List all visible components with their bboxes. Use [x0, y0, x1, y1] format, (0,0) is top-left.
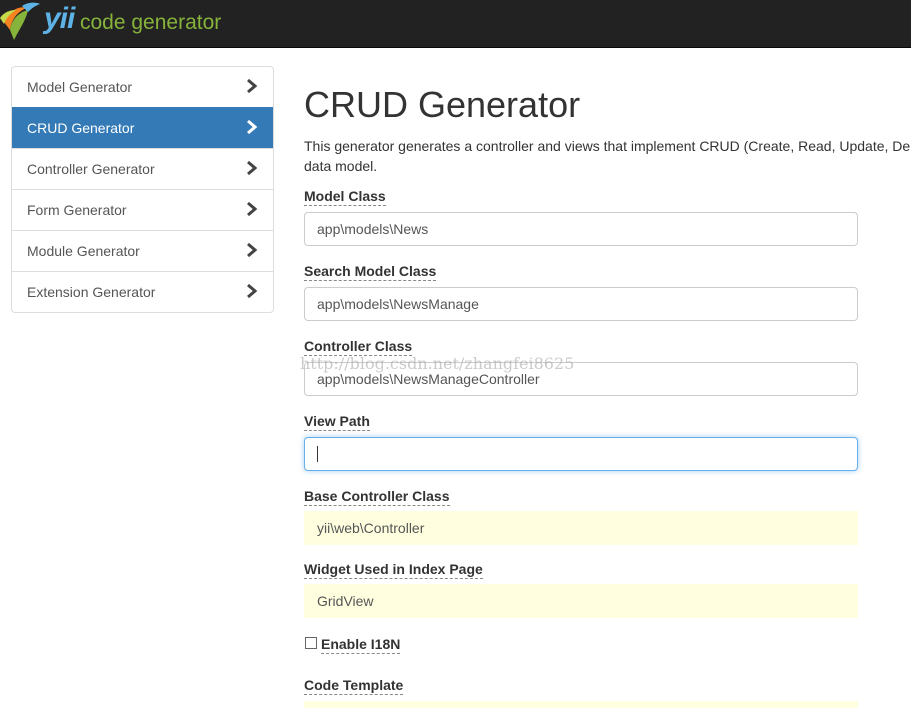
sidebar-item-label: CRUD Generator [27, 120, 135, 136]
description-line: data model. [304, 158, 378, 174]
chevron-right-icon [247, 242, 258, 258]
sidebar-item-module-generator[interactable]: Module Generator [12, 230, 273, 271]
base-controller-class-input[interactable]: yii\web\Controller [304, 511, 858, 545]
sidebar-item-form-generator[interactable]: Form Generator [12, 189, 273, 230]
sidebar-item-label: Model Generator [27, 79, 133, 95]
controller-class-label: Controller Class [304, 338, 413, 356]
sidebar-item-label: Extension Generator [27, 284, 156, 300]
chevron-right-icon [247, 119, 258, 135]
code-template-label: Code Template [304, 677, 404, 695]
brand-subtitle: code generator [80, 11, 222, 34]
chevron-right-icon [247, 201, 258, 217]
main-content: CRUD Generator This generator generates … [304, 0, 911, 708]
base-controller-class-label: Base Controller Class [304, 488, 450, 506]
enable-i18n-label[interactable]: Enable I18N [321, 636, 401, 654]
chevron-right-icon [247, 283, 258, 299]
brand-logo-text: yii [44, 2, 75, 35]
chevron-right-icon [247, 78, 258, 94]
generator-sidebar: Model Generator CRUD Generator Controlle… [11, 66, 274, 313]
sidebar-item-label: Form Generator [27, 202, 127, 218]
sidebar-item-controller-generator[interactable]: Controller Generator [12, 148, 273, 189]
controller-class-input[interactable]: app\models\NewsManageController [304, 362, 858, 396]
index-widget-select[interactable]: GridView [304, 584, 858, 618]
sidebar-item-extension-generator[interactable]: Extension Generator [12, 271, 273, 312]
text-caret [317, 446, 318, 463]
generator-description: This generator generates a controller an… [304, 136, 911, 176]
chevron-right-icon [247, 160, 258, 176]
description-line: This generator generates a controller an… [304, 138, 911, 154]
view-path-input[interactable] [304, 437, 858, 471]
view-path-label: View Path [304, 413, 370, 431]
sidebar-item-label: Controller Generator [27, 161, 155, 177]
index-widget-label: Widget Used in Index Page [304, 561, 483, 579]
enable-i18n-checkbox[interactable] [305, 637, 317, 649]
model-class-input[interactable]: app\models\News [304, 212, 858, 246]
page-title: CRUD Generator [304, 84, 581, 125]
search-model-class-label: Search Model Class [304, 263, 437, 281]
sidebar-item-label: Module Generator [27, 243, 140, 259]
yii-logo-icon [0, 2, 40, 40]
sidebar-item-crud-generator[interactable]: CRUD Generator [12, 107, 273, 148]
search-model-class-input[interactable]: app\models\NewsManage [304, 287, 858, 321]
sidebar-item-model-generator[interactable]: Model Generator [12, 67, 273, 107]
model-class-label: Model Class [304, 188, 386, 206]
code-template-input[interactable] [304, 701, 858, 708]
